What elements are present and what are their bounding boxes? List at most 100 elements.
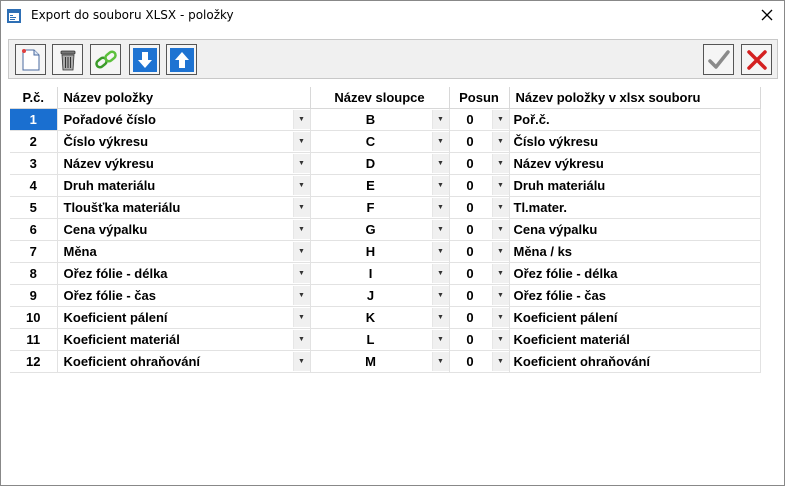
column-name-cell[interactable]: E ▼ bbox=[310, 174, 450, 197]
table-row[interactable]: 9 Ořez fólie - čas ▼ J ▼ 0 ▼ Ořez fólie - čas bbox=[10, 284, 761, 307]
item-name-cell[interactable]: Název výkresu ▼ bbox=[57, 152, 311, 175]
column-name-cell[interactable]: C ▼ bbox=[310, 130, 450, 153]
dropdown-arrow-icon[interactable]: ▼ bbox=[292, 329, 309, 349]
dropdown-arrow-icon[interactable]: ▼ bbox=[491, 241, 508, 261]
item-name-cell[interactable]: Pořadové číslo ▼ bbox=[57, 108, 311, 131]
row-number[interactable]: 8 bbox=[10, 262, 58, 285]
dropdown-arrow-icon[interactable]: ▼ bbox=[491, 153, 508, 173]
dropdown-arrow-icon[interactable]: ▼ bbox=[431, 109, 448, 129]
table-row[interactable]: 11 Koeficient materiál ▼ L ▼ 0 ▼ Koeficient mat… bbox=[10, 328, 761, 351]
dropdown-arrow-icon[interactable]: ▼ bbox=[292, 263, 309, 283]
table-row[interactable]: 2 Číslo výkresu ▼ C ▼ 0 ▼ Číslo výkresu bbox=[10, 130, 761, 153]
column-name-cell[interactable]: L ▼ bbox=[310, 328, 450, 351]
column-name-cell[interactable]: H ▼ bbox=[310, 240, 450, 263]
dropdown-arrow-icon[interactable]: ▼ bbox=[431, 329, 448, 349]
item-name-cell[interactable]: Koeficient pálení ▼ bbox=[57, 306, 311, 329]
table-row[interactable]: 6 Cena výpalku ▼ G ▼ 0 ▼ Cena výpalku bbox=[10, 218, 761, 241]
column-name-cell[interactable]: M ▼ bbox=[310, 350, 450, 373]
dropdown-arrow-icon[interactable]: ▼ bbox=[491, 109, 508, 129]
row-number[interactable]: 9 bbox=[10, 284, 58, 307]
row-number[interactable]: 11 bbox=[10, 328, 58, 351]
row-number[interactable]: 6 bbox=[10, 218, 58, 241]
xlsx-name-cell[interactable]: Název výkresu bbox=[509, 152, 761, 175]
offset-cell[interactable]: 0 ▼ bbox=[449, 328, 510, 351]
column-name-cell[interactable]: B ▼ bbox=[310, 108, 450, 131]
header-xlsx-name[interactable]: Název položky v xlsx souboru bbox=[509, 87, 761, 109]
table-row[interactable]: 4 Druh materiálu ▼ E ▼ 0 ▼ Druh materiálu bbox=[10, 174, 761, 197]
dropdown-arrow-icon[interactable]: ▼ bbox=[292, 109, 309, 129]
dropdown-arrow-icon[interactable]: ▼ bbox=[491, 351, 508, 371]
offset-cell[interactable]: 0 ▼ bbox=[449, 350, 510, 373]
offset-cell[interactable]: 0 ▼ bbox=[449, 306, 510, 329]
dropdown-arrow-icon[interactable]: ▼ bbox=[491, 329, 508, 349]
dropdown-arrow-icon[interactable]: ▼ bbox=[491, 197, 508, 217]
dropdown-arrow-icon[interactable]: ▼ bbox=[292, 197, 309, 217]
link-button[interactable] bbox=[90, 44, 121, 75]
dropdown-arrow-icon[interactable]: ▼ bbox=[431, 197, 448, 217]
close-button[interactable] bbox=[750, 1, 784, 29]
item-name-cell[interactable]: Cena výpalku ▼ bbox=[57, 218, 311, 241]
item-name-cell[interactable]: Ořez fólie - čas ▼ bbox=[57, 284, 311, 307]
dropdown-arrow-icon[interactable]: ▼ bbox=[292, 307, 309, 327]
item-name-cell[interactable]: Druh materiálu ▼ bbox=[57, 174, 311, 197]
table-row[interactable]: 8 Ořez fólie - délka ▼ I ▼ 0 ▼ Ořez fólie - dél… bbox=[10, 262, 761, 285]
dropdown-arrow-icon[interactable]: ▼ bbox=[491, 131, 508, 151]
xlsx-name-cell[interactable]: Poř.č. bbox=[509, 108, 761, 131]
dropdown-arrow-icon[interactable]: ▼ bbox=[292, 131, 309, 151]
dropdown-arrow-icon[interactable]: ▼ bbox=[431, 285, 448, 305]
xlsx-name-cell[interactable]: Ořez fólie - délka bbox=[509, 262, 761, 285]
row-number[interactable]: 3 bbox=[10, 152, 58, 175]
item-name-cell[interactable]: Měna ▼ bbox=[57, 240, 311, 263]
dropdown-arrow-icon[interactable]: ▼ bbox=[292, 175, 309, 195]
confirm-button[interactable] bbox=[703, 44, 734, 75]
dropdown-arrow-icon[interactable]: ▼ bbox=[491, 175, 508, 195]
dropdown-arrow-icon[interactable]: ▼ bbox=[431, 351, 448, 371]
item-name-cell[interactable]: Koeficient ohraňování ▼ bbox=[57, 350, 311, 373]
dropdown-arrow-icon[interactable]: ▼ bbox=[431, 307, 448, 327]
column-name-cell[interactable]: K ▼ bbox=[310, 306, 450, 329]
header-column[interactable]: Název sloupce bbox=[310, 87, 450, 109]
offset-cell[interactable]: 0 ▼ bbox=[449, 284, 510, 307]
row-number[interactable]: 10 bbox=[10, 306, 58, 329]
row-number[interactable]: 12 bbox=[10, 350, 58, 373]
dropdown-arrow-icon[interactable]: ▼ bbox=[292, 219, 309, 239]
xlsx-name-cell[interactable]: Tl.mater. bbox=[509, 196, 761, 219]
dropdown-arrow-icon[interactable]: ▼ bbox=[491, 219, 508, 239]
offset-cell[interactable]: 0 ▼ bbox=[449, 130, 510, 153]
cancel-button[interactable] bbox=[741, 44, 772, 75]
row-number[interactable]: 1 bbox=[10, 108, 58, 131]
table-row[interactable]: 1 Pořadové číslo ▼ B ▼ 0 ▼ Poř.č. bbox=[10, 108, 761, 131]
table-row[interactable]: 12 Koeficient ohraňování ▼ M ▼ 0 ▼ Koeficient o… bbox=[10, 350, 761, 373]
table-row[interactable]: 10 Koeficient pálení ▼ K ▼ 0 ▼ Koeficient pálen… bbox=[10, 306, 761, 329]
column-name-cell[interactable]: I ▼ bbox=[310, 262, 450, 285]
item-name-cell[interactable]: Ořez fólie - délka ▼ bbox=[57, 262, 311, 285]
offset-cell[interactable]: 0 ▼ bbox=[449, 240, 510, 263]
dropdown-arrow-icon[interactable]: ▼ bbox=[431, 219, 448, 239]
offset-cell[interactable]: 0 ▼ bbox=[449, 174, 510, 197]
dropdown-arrow-icon[interactable]: ▼ bbox=[431, 153, 448, 173]
column-name-cell[interactable]: D ▼ bbox=[310, 152, 450, 175]
row-number[interactable]: 4 bbox=[10, 174, 58, 197]
dropdown-arrow-icon[interactable]: ▼ bbox=[491, 307, 508, 327]
dropdown-arrow-icon[interactable]: ▼ bbox=[431, 241, 448, 261]
xlsx-name-cell[interactable]: Druh materiálu bbox=[509, 174, 761, 197]
xlsx-name-cell[interactable]: Měna / ks bbox=[509, 240, 761, 263]
row-number[interactable]: 7 bbox=[10, 240, 58, 263]
dropdown-arrow-icon[interactable]: ▼ bbox=[491, 263, 508, 283]
xlsx-name-cell[interactable]: Koeficient pálení bbox=[509, 306, 761, 329]
new-item-button[interactable] bbox=[15, 44, 46, 75]
dropdown-arrow-icon[interactable]: ▼ bbox=[431, 131, 448, 151]
xlsx-name-cell[interactable]: Koeficient materiál bbox=[509, 328, 761, 351]
row-number[interactable]: 5 bbox=[10, 196, 58, 219]
column-name-cell[interactable]: F ▼ bbox=[310, 196, 450, 219]
dropdown-arrow-icon[interactable]: ▼ bbox=[491, 285, 508, 305]
dropdown-arrow-icon[interactable]: ▼ bbox=[292, 351, 309, 371]
xlsx-name-cell[interactable]: Koeficient ohraňování bbox=[509, 350, 761, 373]
move-up-button[interactable] bbox=[166, 44, 197, 75]
row-number[interactable]: 2 bbox=[10, 130, 58, 153]
column-name-cell[interactable]: J ▼ bbox=[310, 284, 450, 307]
table-row[interactable]: 5 Tloušťka materiálu ▼ F ▼ 0 ▼ Tl.mater. bbox=[10, 196, 761, 219]
xlsx-name-cell[interactable]: Ořez fólie - čas bbox=[509, 284, 761, 307]
header-num[interactable]: P.č. bbox=[10, 87, 58, 109]
dropdown-arrow-icon[interactable]: ▼ bbox=[431, 263, 448, 283]
